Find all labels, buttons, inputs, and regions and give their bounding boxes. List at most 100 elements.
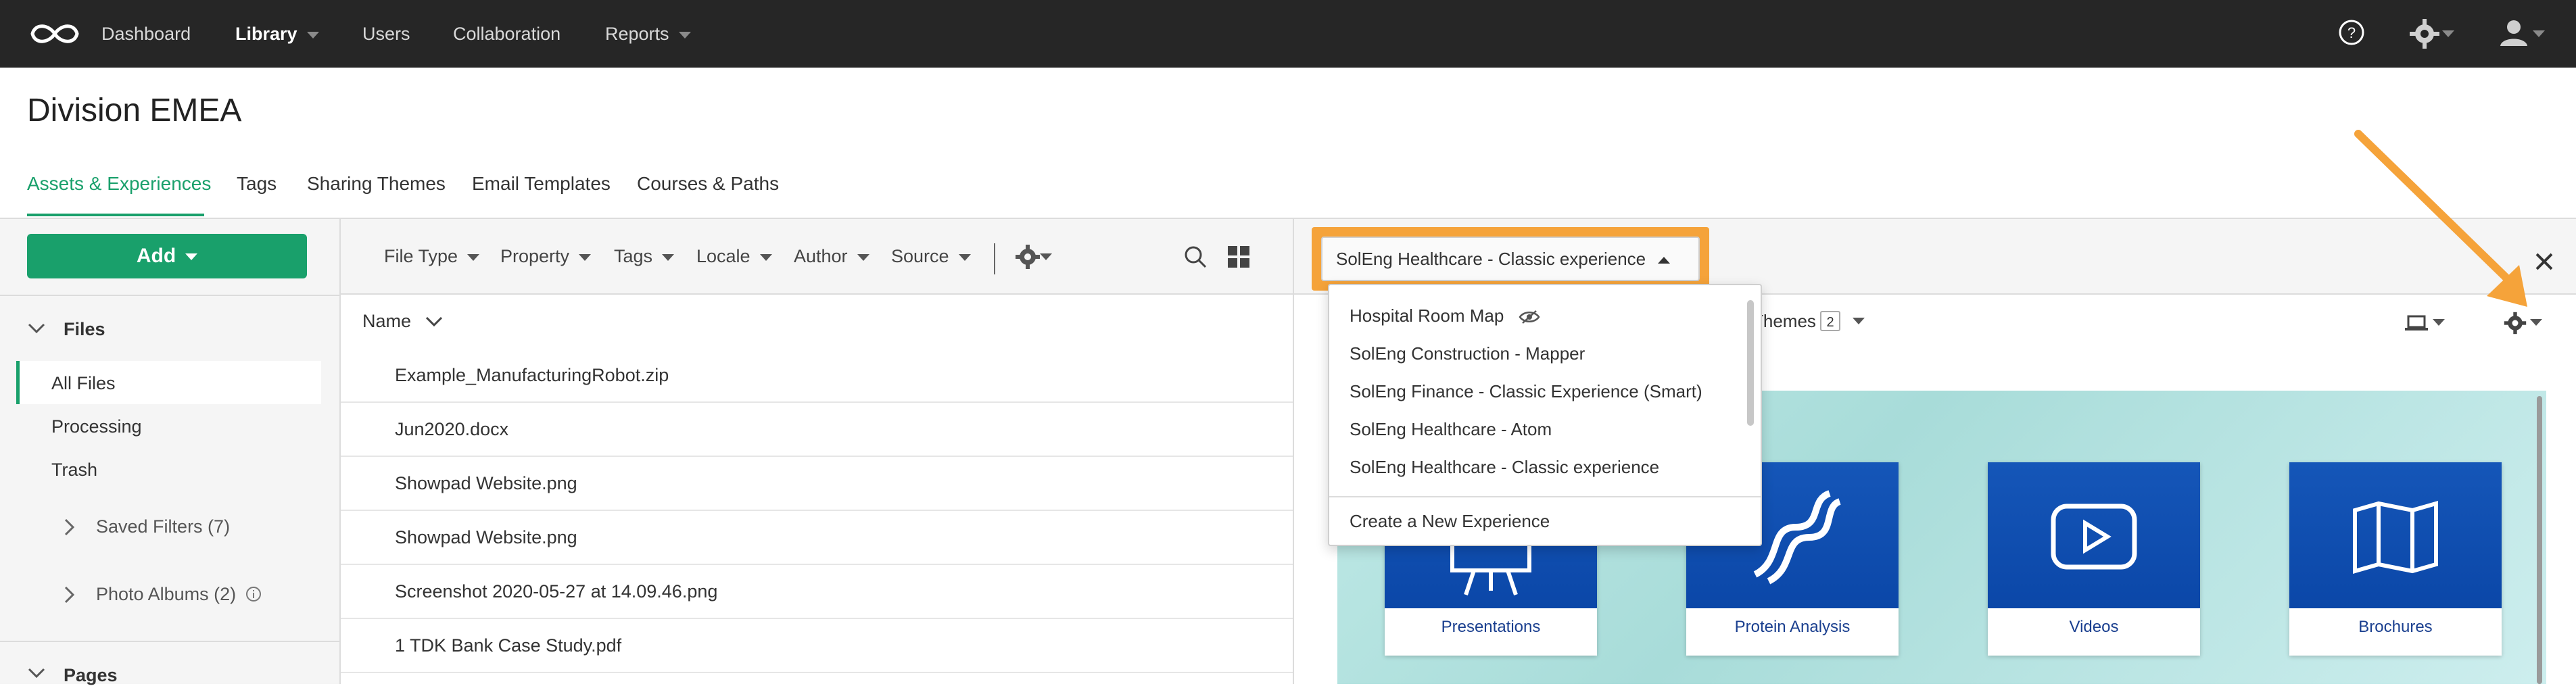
- filter-label: Source: [891, 246, 949, 266]
- file-name: Jun2020.docx: [395, 419, 509, 439]
- chevron-down-icon: [958, 253, 971, 261]
- table-header: Name: [341, 295, 1293, 350]
- table-row[interactable]: Showpad Website.png: [341, 511, 1293, 565]
- user-avatar-icon[interactable]: [2498, 16, 2530, 49]
- dropdown-scrollbar[interactable]: [1747, 300, 1754, 426]
- file-name: Showpad Website.png: [395, 527, 577, 547]
- table-row[interactable]: Example_ManufacturingRobot.zip: [341, 349, 1293, 403]
- active-tab-indicator: [27, 214, 204, 216]
- dropdown-item[interactable]: SolEng Healthcare - Atom: [1350, 419, 1552, 440]
- file-name: 1 TDK Bank Case Study.pdf: [395, 635, 622, 656]
- experience-select-value: SolEng Healthcare - Classic experience: [1336, 249, 1646, 269]
- experience-select-highlight: SolEng Healthcare - Classic experience: [1312, 227, 1709, 291]
- file-name: Showpad Website.png: [395, 473, 577, 493]
- filter-author[interactable]: Author: [794, 246, 869, 267]
- dropdown-item[interactable]: SolEng Construction - Mapper: [1350, 343, 1585, 364]
- sidebar-item-all-files[interactable]: All Files: [51, 373, 116, 394]
- tab-email-templates[interactable]: Email Templates: [472, 173, 611, 195]
- file-name: Screenshot 2020-05-27 at 14.09.46.png: [395, 581, 718, 602]
- divider: [1329, 496, 1761, 497]
- chevron-down-icon: [1853, 318, 1865, 324]
- saved-filters[interactable]: Saved Filters (7): [96, 516, 230, 537]
- themes-count-badge: 2: [1820, 311, 1840, 331]
- filter-tags[interactable]: Tags: [614, 246, 675, 267]
- divider: [0, 641, 339, 642]
- gear-icon[interactable]: [1014, 243, 1041, 270]
- search-icon[interactable]: [1182, 243, 1209, 270]
- filter-source[interactable]: Source: [891, 246, 971, 267]
- chevron-down-icon[interactable]: [27, 666, 46, 680]
- dropdown-item-label: Hospital Room Map: [1350, 305, 1504, 326]
- filter-file-type[interactable]: File Type: [384, 246, 480, 267]
- files-heading[interactable]: Files: [64, 319, 105, 340]
- chevron-down-icon: [662, 253, 675, 261]
- filter-label: Tags: [614, 246, 653, 266]
- experience-dropdown: Hospital Room Map SolEng Construction - …: [1328, 284, 1762, 546]
- gear-icon[interactable]: [2408, 18, 2441, 50]
- table-row[interactable]: Showpad Website.png: [341, 457, 1293, 511]
- chevron-down-icon[interactable]: [1040, 253, 1052, 260]
- photo-albums[interactable]: Photo Albums (2): [96, 584, 236, 605]
- sidebar-item-trash[interactable]: Trash: [51, 460, 97, 481]
- chevron-down-icon[interactable]: [2442, 30, 2454, 37]
- column-name-header[interactable]: Name: [362, 311, 411, 332]
- add-button-label: Add: [136, 245, 176, 267]
- tab-tags[interactable]: Tags: [237, 173, 277, 195]
- nav-collaboration[interactable]: Collaboration: [453, 23, 560, 45]
- nav-dashboard[interactable]: Dashboard: [101, 23, 191, 45]
- svg-text:?: ?: [2347, 24, 2356, 41]
- pages-heading[interactable]: Pages: [64, 665, 118, 686]
- brochure-map-icon: [2353, 501, 2438, 574]
- table-row[interactable]: Screenshot 2020-05-27 at 14.09.46.png: [341, 565, 1293, 619]
- dropdown-item[interactable]: SolEng Finance - Classic Experience (Sma…: [1350, 381, 1702, 402]
- chevron-down-icon: [759, 253, 772, 261]
- dropdown-item[interactable]: SolEng Healthcare - Classic experience: [1350, 457, 1659, 478]
- sidebar: [0, 219, 341, 684]
- chevron-down-icon[interactable]: [2533, 30, 2545, 37]
- add-button[interactable]: Add: [27, 234, 307, 278]
- chevron-down-icon: [579, 253, 592, 261]
- help-circle-icon[interactable]: ?: [2337, 18, 2366, 47]
- chevron-right-icon[interactable]: [62, 585, 76, 604]
- create-experience-item[interactable]: Create a New Experience: [1350, 511, 1550, 532]
- filter-label: Property: [500, 246, 570, 266]
- filter-label: Author: [794, 246, 848, 266]
- infinity-logo-icon[interactable]: [27, 19, 82, 49]
- tile-label: Brochures: [2358, 618, 2433, 636]
- tile-label: Protein Analysis: [1734, 618, 1851, 636]
- nav-library[interactable]: Library: [235, 23, 319, 45]
- chevron-down-icon[interactable]: [27, 322, 46, 335]
- chevron-down-icon: [678, 31, 691, 39]
- hidden-eye-icon: [1519, 310, 1540, 324]
- file-name: Example_ManufacturingRobot.zip: [395, 365, 669, 385]
- nav-reports[interactable]: Reports: [605, 23, 691, 45]
- filter-label: Locale: [696, 246, 750, 266]
- filter-toolbar: File Type Property Tags Locale Author So…: [341, 219, 1293, 295]
- grid-view-icon[interactable]: [1226, 245, 1251, 269]
- table-row[interactable]: Jun2020.docx: [341, 403, 1293, 457]
- chevron-right-icon[interactable]: [62, 518, 76, 537]
- sort-chevron-icon[interactable]: [425, 315, 444, 328]
- themes-label[interactable]: Themes 2: [1752, 311, 1865, 332]
- tile-videos[interactable]: Videos: [1988, 462, 2200, 656]
- video-play-icon: [2051, 504, 2137, 570]
- tab-courses-paths[interactable]: Courses & Paths: [637, 173, 779, 195]
- tab-assets-experiences[interactable]: Assets & Experiences: [27, 173, 211, 195]
- sidebar-item-processing[interactable]: Processing: [51, 416, 142, 437]
- filter-locale[interactable]: Locale: [696, 246, 772, 267]
- nav-users[interactable]: Users: [362, 23, 410, 45]
- preview-scrollbar[interactable]: [2537, 396, 2542, 684]
- info-icon[interactable]: [245, 585, 262, 603]
- dropdown-item[interactable]: Hospital Room Map: [1350, 305, 1540, 326]
- divider: [0, 295, 339, 296]
- chevron-down-icon: [467, 253, 480, 261]
- tile-background: [2289, 462, 2502, 608]
- experience-select[interactable]: SolEng Healthcare - Classic experience: [1321, 237, 1700, 281]
- tab-sharing-themes[interactable]: Sharing Themes: [307, 173, 446, 195]
- tile-brochures[interactable]: Brochures: [2289, 462, 2502, 656]
- tile-label: Videos: [2069, 618, 2119, 636]
- themes-text: Themes: [1752, 311, 1816, 331]
- chevron-up-icon: [1658, 257, 1671, 264]
- table-row[interactable]: 1 TDK Bank Case Study.pdf: [341, 619, 1293, 673]
- filter-property[interactable]: Property: [500, 246, 592, 267]
